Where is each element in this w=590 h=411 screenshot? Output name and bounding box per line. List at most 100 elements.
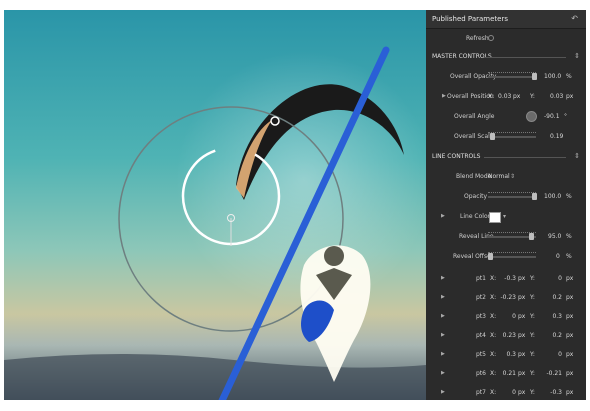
panel-title: Published Parameters [432, 15, 508, 23]
opacity-knob[interactable] [532, 193, 537, 200]
canvas-overlay [4, 46, 426, 400]
master-controls-label: MASTER CONTROLS [432, 53, 492, 60]
opacity-slider[interactable] [488, 196, 536, 198]
point-y-value[interactable]: 0.2 [540, 294, 562, 301]
point-x-value[interactable]: 0 [500, 313, 516, 320]
point-x-value[interactable]: 0.3 [500, 351, 516, 358]
paraglider-canopy [236, 84, 404, 200]
color-dropdown-icon[interactable]: ▾ [503, 213, 506, 220]
point-label: pt1 [476, 275, 486, 282]
point-y-value[interactable]: 0 [540, 351, 562, 358]
disclosure-triangle-icon[interactable]: ▶ [441, 370, 445, 376]
x-unit: px [518, 351, 526, 358]
y-label: Y: [530, 93, 535, 100]
y-label: Y: [530, 351, 535, 358]
overall-angle-value[interactable]: -90.1 [544, 113, 560, 120]
overall-opacity-value[interactable]: 100.0 [544, 73, 561, 80]
line-controls-label: LINE CONTROLS [432, 153, 481, 160]
overall-angle-label: Overall Angle [454, 113, 495, 120]
logo-figure [300, 245, 371, 382]
overall-scale-slider[interactable] [488, 136, 536, 138]
overall-angle-unit: ° [564, 113, 567, 120]
overall-opacity-row: Overall Opacity 100.0 % [426, 70, 586, 84]
refresh-button[interactable] [488, 35, 494, 41]
overall-scale-knob[interactable] [490, 133, 495, 140]
overall-scale-value[interactable]: 0.19 [550, 133, 563, 140]
disclosure-triangle-icon[interactable]: ▶ [441, 389, 445, 395]
overall-position-x[interactable]: 0.03 [498, 93, 511, 100]
y-unit: px [566, 370, 574, 377]
viewer-canvas[interactable] [4, 10, 426, 400]
master-controls-section[interactable]: MASTER CONTROLS ⇕ [426, 50, 586, 64]
reveal-offset-knob[interactable] [488, 253, 493, 260]
disclosure-triangle-icon[interactable]: ▶ [441, 313, 445, 319]
section-stepper-icon[interactable]: ⇕ [574, 52, 580, 60]
point-y-value[interactable]: 0.2 [540, 332, 562, 339]
point-y-value[interactable]: 0 [540, 275, 562, 282]
opacity-value[interactable]: 100.0 [544, 193, 561, 200]
published-parameters-panel: Published Parameters ↶ Refresh MASTER CO… [426, 10, 586, 400]
y-label: Y: [530, 332, 535, 339]
point-row-pt3: ▶ pt3 X: 0 px Y: 0.3 px [426, 310, 586, 324]
overall-opacity-knob[interactable] [532, 73, 537, 80]
point-row-pt1: ▶ pt1 X: -0.3 px Y: 0 px [426, 272, 586, 286]
point-x-value[interactable]: 0.21 [500, 370, 516, 377]
reveal-line-value[interactable]: 95.0 [548, 233, 561, 240]
point-y-value[interactable]: -0.3 [540, 389, 562, 396]
x-label: X: [490, 332, 497, 339]
overall-position-label: Overall Position [447, 93, 494, 100]
refresh-label: Refresh [466, 35, 489, 42]
reveal-offset-row: Reveal Offset 0 % [426, 250, 586, 264]
panel-header: Published Parameters ↶ [426, 10, 586, 29]
opacity-label: Opacity [464, 193, 488, 200]
line-color-swatch[interactable] [489, 212, 501, 223]
disclosure-triangle-icon[interactable]: ▶ [442, 93, 446, 99]
opacity-unit: % [566, 193, 572, 200]
reveal-line-unit: % [566, 233, 572, 240]
angle-dial[interactable] [526, 111, 537, 122]
disclosure-triangle-icon[interactable]: ▶ [441, 351, 445, 357]
disclosure-triangle-icon[interactable]: ▶ [441, 275, 445, 281]
point-row-pt7: ▶ pt7 X: 0 px Y: -0.3 px [426, 386, 586, 400]
reveal-line-knob[interactable] [529, 233, 534, 240]
x-unit: px [513, 93, 521, 100]
disclosure-triangle-icon[interactable]: ▶ [441, 294, 445, 300]
y-label: Y: [530, 294, 535, 301]
section-stepper-icon[interactable]: ⇕ [574, 152, 580, 160]
y-label: Y: [530, 313, 535, 320]
y-unit: px [566, 294, 574, 301]
point-label: pt6 [476, 370, 486, 377]
y-unit: px [566, 389, 574, 396]
x-label: X: [490, 389, 497, 396]
point-label: pt4 [476, 332, 486, 339]
overall-position-y[interactable]: 0.03 [550, 93, 563, 100]
overall-scale-row: Overall Scale 0.19 [426, 130, 586, 144]
point-x-value[interactable]: 0.23 [500, 332, 516, 339]
point-y-value[interactable]: -0.21 [540, 370, 562, 377]
disclosure-triangle-icon[interactable]: ▶ [441, 213, 445, 219]
line-controls-section[interactable]: LINE CONTROLS ⇕ [426, 150, 586, 164]
y-label: Y: [530, 389, 535, 396]
blend-mode-dropdown[interactable]: Normal [488, 173, 510, 180]
x-unit: px [518, 332, 526, 339]
reset-icon[interactable]: ↶ [571, 14, 578, 23]
reveal-offset-slider[interactable] [488, 256, 536, 258]
disclosure-triangle-icon[interactable]: ▶ [441, 332, 445, 338]
y-unit: px [566, 93, 574, 100]
point-row-pt6: ▶ pt6 X: 0.21 px Y: -0.21 px [426, 367, 586, 381]
x-label: X: [490, 370, 497, 377]
point-x-value[interactable]: -0.3 [500, 275, 516, 282]
x-label: X: [488, 93, 495, 100]
point-x-value[interactable]: 0 [500, 389, 516, 396]
dropdown-arrow-icon[interactable]: ⇕ [510, 173, 515, 180]
overall-opacity-slider[interactable] [488, 76, 536, 78]
x-unit: px [518, 370, 526, 377]
blend-mode-row: Blend Mode Normal ⇕ [426, 170, 586, 184]
x-unit: px [518, 294, 526, 301]
reveal-offset-value[interactable]: 0 [556, 253, 560, 260]
point-x-value[interactable]: -0.23 [500, 294, 516, 301]
point-y-value[interactable]: 0.3 [540, 313, 562, 320]
overall-angle-row: Overall Angle -90.1 ° [426, 110, 586, 124]
x-label: X: [490, 351, 497, 358]
point-label: pt3 [476, 313, 486, 320]
